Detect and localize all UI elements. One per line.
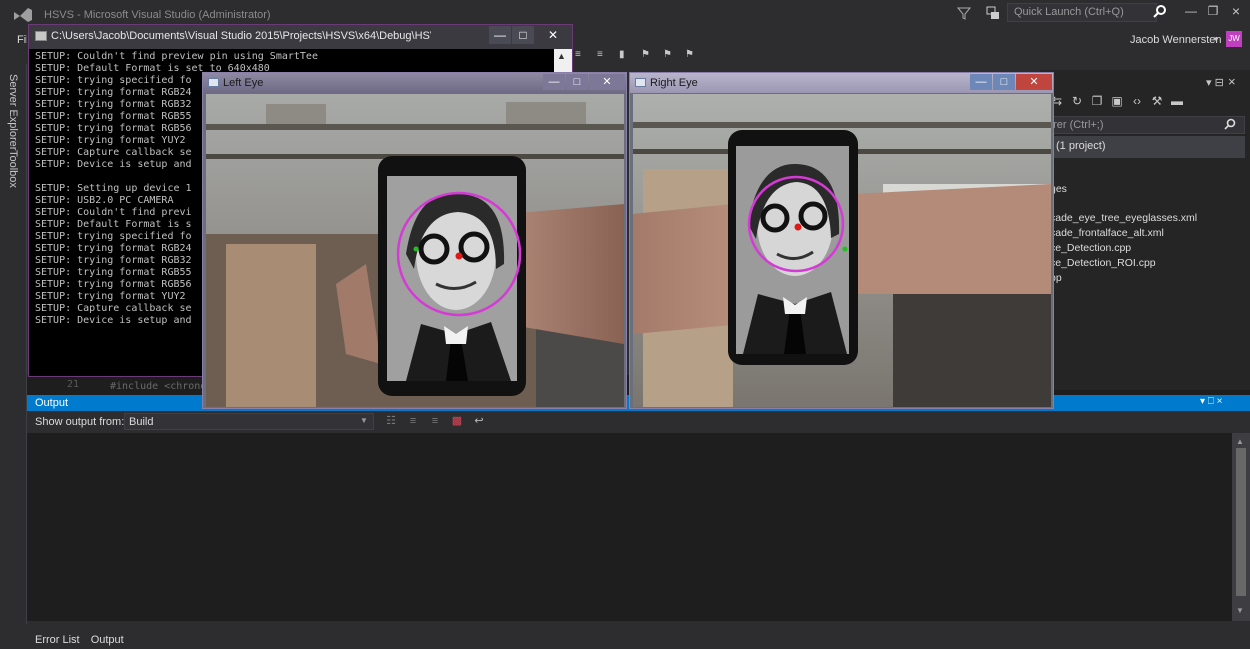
solution-explorer-toolbar: ⇆ ↻ ❐ ▣ ‹› ⚒ ▬	[1050, 94, 1184, 108]
window-title: HSVS - Microsoft Visual Studio (Administ…	[44, 9, 271, 21]
close-button[interactable]: ×	[1229, 4, 1243, 18]
left-tool-strip: Server Explorer Toolbox	[0, 64, 27, 624]
output-text-area[interactable]	[27, 433, 1232, 621]
code-line: #include <chrono>	[110, 381, 213, 392]
feedback-icon[interactable]	[985, 5, 1001, 21]
bottom-tab-strip: Error List Output	[35, 634, 124, 646]
refresh-icon[interactable]: ↻	[1070, 94, 1084, 108]
horizontal-scrollbar[interactable]	[27, 621, 1250, 629]
show-all-files-icon[interactable]: ▣	[1110, 94, 1124, 108]
scroll-down-icon[interactable]: ▼	[1236, 606, 1244, 615]
tab-toolbox[interactable]: Toolbox	[7, 150, 19, 188]
solution-search-input[interactable]: orer (Ctrl+;)	[1040, 116, 1245, 134]
solution-item[interactable]: cade_eye_tree_eyeglasses.xml	[1050, 212, 1197, 224]
restore-button[interactable]: ❐	[1206, 4, 1220, 18]
minimize-button[interactable]: —	[970, 74, 992, 90]
visual-studio-logo-icon	[14, 8, 32, 22]
notifications-filter-icon[interactable]	[957, 6, 971, 20]
left-eye-camera-feed	[206, 94, 624, 407]
next-message-icon[interactable]: ≡	[428, 414, 442, 428]
bookmark-clear-icon[interactable]: ⚑	[685, 49, 697, 61]
find-message-icon[interactable]: ☷	[384, 414, 398, 428]
left-eye-titlebar[interactable]: Left Eye — □ ✕	[203, 73, 626, 93]
close-button[interactable]: ✕	[1016, 74, 1052, 90]
solution-item[interactable]: ce_Detection_ROI.cpp	[1050, 257, 1156, 269]
editor-toolbar: ≡ ≡ ▮ ⚑ ⚑ ⚑	[575, 49, 697, 61]
console-app-icon	[35, 31, 47, 41]
user-name[interactable]: Jacob Wennersten	[1130, 34, 1222, 46]
chevron-down-icon[interactable]: ▼	[360, 416, 368, 425]
show-output-from-label: Show output from:	[35, 416, 125, 428]
word-wrap-icon[interactable]: ↩	[472, 414, 486, 428]
quick-launch-input[interactable]: Quick Launch (Ctrl+Q)	[1007, 3, 1157, 22]
prev-message-icon[interactable]: ≡	[406, 414, 420, 428]
scroll-up-icon[interactable]: ▲	[1236, 437, 1244, 446]
bookmark-prev-icon[interactable]: ⚑	[663, 49, 675, 61]
bookmark-icon[interactable]: ▮	[619, 49, 631, 61]
view-code-icon[interactable]: ‹›	[1130, 94, 1144, 108]
tab-error-list[interactable]: Error List	[35, 634, 80, 646]
output-panel-title: Output	[35, 397, 69, 409]
toolbar-icon[interactable]: ≡	[575, 49, 587, 61]
window-app-icon	[208, 78, 219, 87]
output-tools: ☷ ≡ ≡ ▩ ↩	[384, 414, 486, 428]
minimize-button[interactable]: —	[1184, 4, 1198, 18]
avatar[interactable]: JW	[1226, 31, 1242, 47]
preview-icon[interactable]: ▬	[1170, 94, 1184, 108]
solution-item[interactable]: ce_Detection.cpp	[1050, 242, 1131, 254]
close-button[interactable]: ✕	[589, 74, 625, 90]
console-titlebar[interactable]: C:\Users\Jacob\Documents\Visual Studio 2…	[29, 25, 572, 49]
maximize-button[interactable]: □	[993, 74, 1015, 90]
tab-server-explorer[interactable]: Server Explorer	[7, 74, 19, 150]
right-eye-title: Right Eye	[650, 77, 698, 89]
scroll-up-icon[interactable]: ▲	[557, 51, 566, 61]
search-icon[interactable]	[1224, 118, 1236, 130]
clear-all-icon[interactable]: ▩	[450, 414, 464, 428]
minimize-button[interactable]: —	[489, 26, 511, 44]
pin-icon[interactable]: ▾ ⊟	[1206, 76, 1224, 89]
left-eye-title: Left Eye	[223, 77, 264, 89]
properties-icon[interactable]: ⚒	[1150, 94, 1164, 108]
line-number: 21	[67, 379, 80, 390]
panel-pin-icon[interactable]: ▾ ⎕ ×	[1200, 396, 1222, 407]
window-app-icon	[635, 78, 646, 87]
maximize-button[interactable]: □	[566, 74, 588, 90]
bookmark-next-icon[interactable]: ⚑	[641, 49, 653, 61]
chevron-down-icon[interactable]: ▾	[1214, 34, 1219, 45]
solution-item[interactable]: cade_frontalface_alt.xml	[1050, 227, 1164, 239]
maximize-button[interactable]: □	[512, 26, 534, 44]
minimize-button[interactable]: —	[543, 74, 565, 90]
right-eye-titlebar[interactable]: Right Eye — □ ✕	[630, 73, 1053, 93]
close-button[interactable]: ✕	[535, 26, 571, 44]
console-window-title: C:\Users\Jacob\Documents\Visual Studio 2…	[51, 30, 431, 42]
toolbar-icon[interactable]: ≡	[597, 49, 609, 61]
close-icon[interactable]: ×	[1228, 74, 1236, 89]
scrollbar-thumb[interactable]	[1236, 448, 1246, 596]
menu-file[interactable]: File	[17, 34, 27, 46]
right-eye-camera-feed	[633, 94, 1051, 407]
right-eye-window[interactable]: Right Eye — □ ✕	[629, 72, 1054, 409]
collapse-all-icon[interactable]: ❐	[1090, 94, 1104, 108]
search-icon[interactable]	[1153, 4, 1167, 18]
left-eye-window[interactable]: Left Eye — □ ✕	[202, 72, 627, 409]
solution-node[interactable]: (1 project)	[1040, 136, 1245, 158]
tab-output[interactable]: Output	[91, 634, 124, 646]
output-source-select[interactable]: Build	[124, 413, 374, 430]
